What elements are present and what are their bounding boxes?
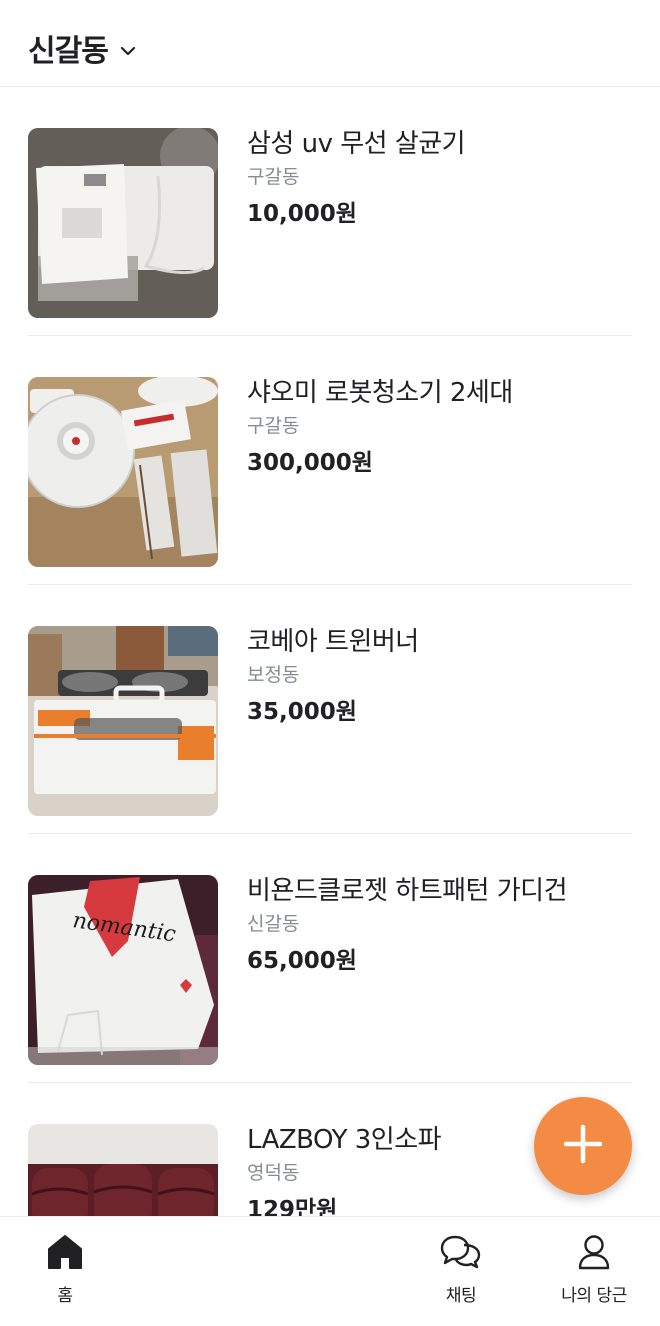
product-list[interactable]: 삼성 uv 무선 살균기 구갈동 10,000원 샤오미 로봇청소기 2세대 구… (0, 87, 660, 1216)
product-title: 삼성 uv 무선 살균기 (247, 129, 466, 159)
tab-home-label: 홈 (57, 1286, 73, 1306)
product-thumbnail (28, 128, 218, 318)
bottom-tab-bar: 홈 채팅 나의 당근 (0, 1216, 660, 1326)
product-thumbnail (28, 1124, 218, 1216)
chat-icon (440, 1233, 482, 1271)
product-title: 코베아 트윈버너 (247, 627, 419, 657)
tab-chat-label: 채팅 (445, 1286, 477, 1306)
add-product-button[interactable] (534, 1097, 632, 1195)
product-region: 보정동 (247, 664, 300, 686)
chevron-down-icon (120, 41, 136, 60)
product-thumbnail: nomantic (28, 875, 218, 1065)
tab-chat[interactable]: 채팅 (406, 1217, 516, 1326)
plus-icon (563, 1124, 603, 1168)
product-price: 300,000원 (247, 450, 373, 476)
product-price: 129만원 (247, 1197, 338, 1216)
top-header: 신갈동 (0, 0, 660, 87)
product-thumbnail (28, 377, 218, 567)
tab-my-label: 나의 당근 (561, 1286, 627, 1306)
product-price: 10,000원 (247, 201, 357, 227)
product-title: 비욘드클로젯 하트패턴 가디건 (247, 876, 568, 906)
product-item[interactable]: nomantic 비욘드클로젯 하트패턴 가디건 신갈동 65,000원 (28, 834, 632, 1083)
product-item[interactable]: 삼성 uv 무선 살균기 구갈동 10,000원 (28, 87, 632, 336)
product-title: 샤오미 로봇청소기 2세대 (247, 378, 513, 408)
product-region: 구갈동 (247, 166, 300, 188)
product-region: 신갈동 (247, 913, 300, 935)
home-icon (46, 1233, 84, 1271)
product-price: 35,000원 (247, 699, 357, 725)
product-item[interactable]: 코베아 트윈버너 보정동 35,000원 (28, 585, 632, 834)
product-thumbnail (28, 626, 218, 816)
tab-home[interactable]: 홈 (10, 1217, 120, 1326)
product-price: 65,000원 (247, 948, 357, 974)
product-region: 구갈동 (247, 415, 300, 437)
product-item[interactable]: 샤오미 로봇청소기 2세대 구갈동 300,000원 (28, 336, 632, 585)
location-label: 신갈동 (28, 34, 109, 69)
tab-my[interactable]: 나의 당근 (539, 1217, 649, 1326)
location-selector[interactable]: 신갈동 (28, 26, 136, 70)
person-icon (577, 1233, 611, 1271)
